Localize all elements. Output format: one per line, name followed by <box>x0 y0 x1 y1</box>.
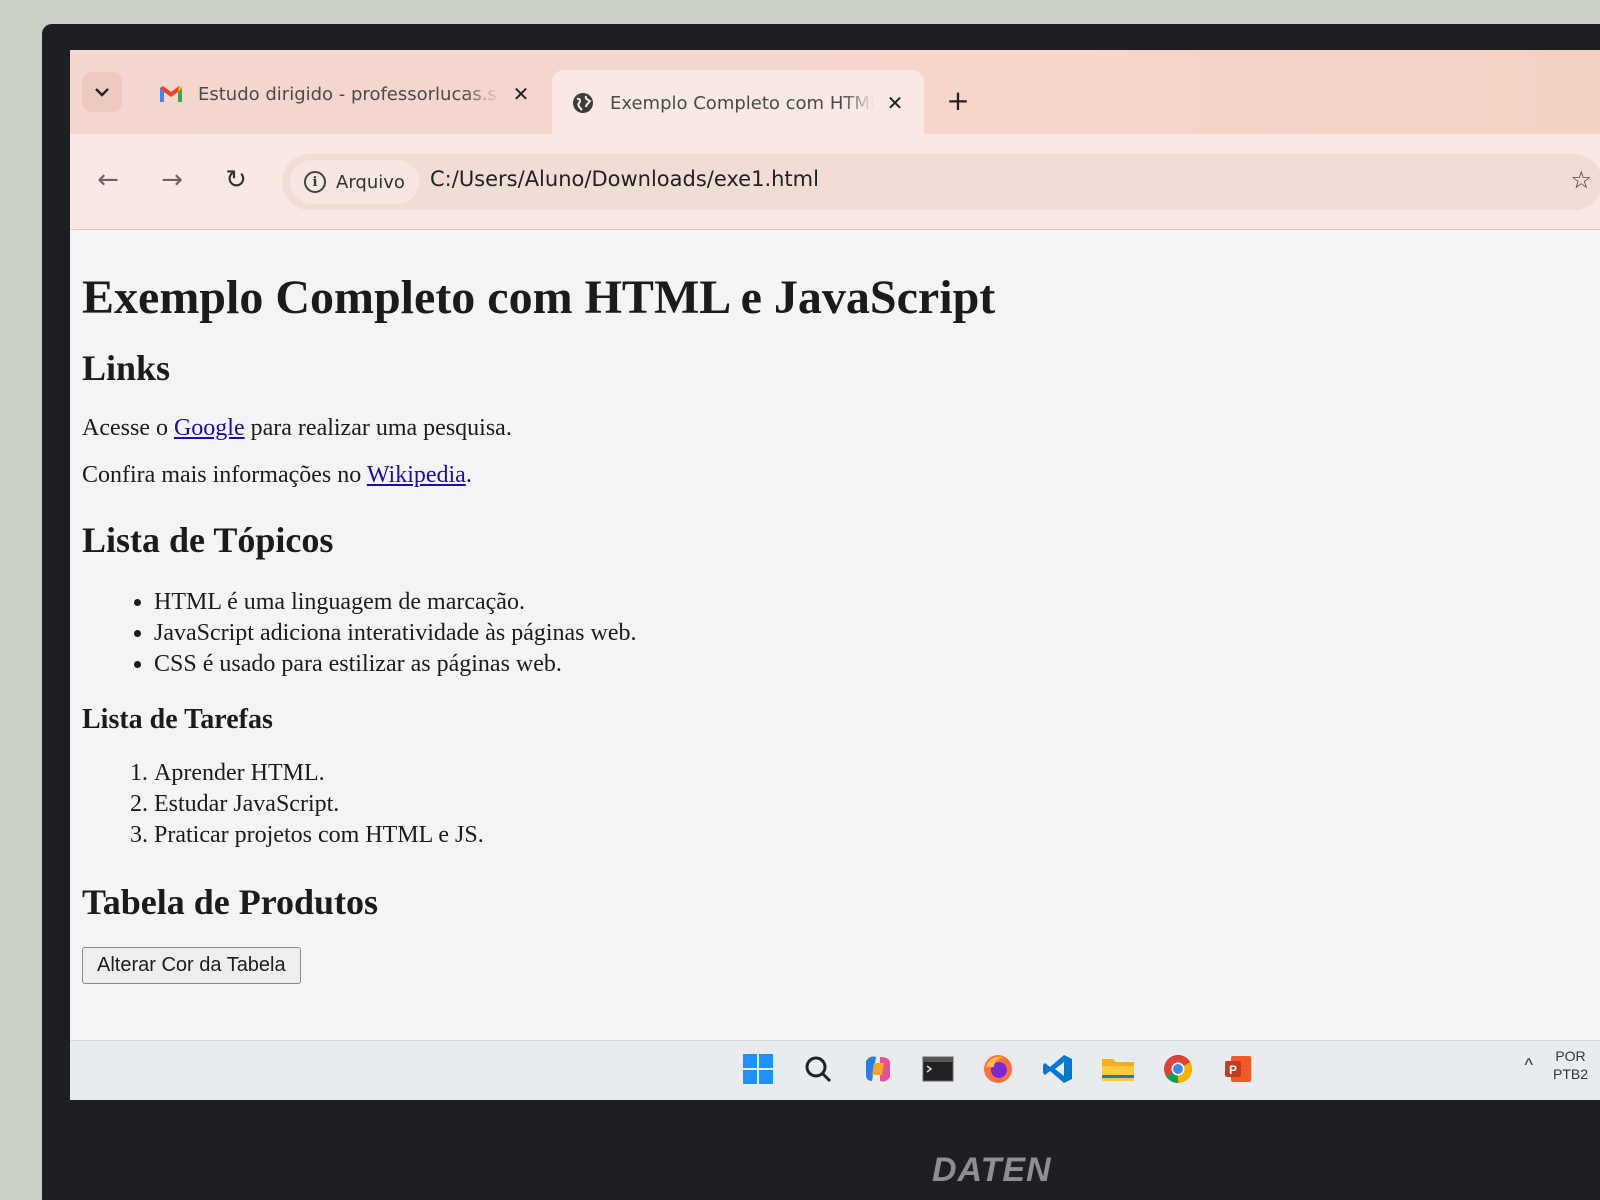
close-tab-icon[interactable]: ✕ <box>510 82 532 106</box>
back-button[interactable]: ← <box>88 160 128 200</box>
browser-toolbar: ← → ↻ i Arquivo C:/Users/Aluno/Downloads… <box>70 134 1600 230</box>
list-item: Estudar JavaScript. <box>154 789 1588 820</box>
google-link[interactable]: Google <box>174 415 245 441</box>
arrow-left-icon: ← <box>97 165 119 195</box>
tab-gmail[interactable]: Estudo dirigido - professorlucas.sc ✕ <box>140 64 550 124</box>
reload-button[interactable]: ↻ <box>216 160 256 200</box>
search-icon[interactable] <box>798 1049 838 1089</box>
tab-search-button[interactable] <box>82 72 122 112</box>
tasks-heading: Lista de Tarefas <box>82 704 273 735</box>
tab-title: Estudo dirigido - professorlucas.sc <box>198 83 500 105</box>
tab-exemplo[interactable]: Exemplo Completo com HTML e Ja ✕ <box>552 70 924 136</box>
chevron-down-icon <box>95 88 109 97</box>
chrome-icon[interactable] <box>1158 1049 1198 1089</box>
file-explorer-icon[interactable] <box>1098 1049 1138 1089</box>
gmail-icon <box>158 81 184 107</box>
screen: Estudo dirigido - professorlucas.sc ✕ Ex… <box>70 50 1600 1100</box>
firefox-icon[interactable] <box>978 1049 1018 1089</box>
list-item: CSS é usado para estilizar as páginas we… <box>154 649 1588 680</box>
list-item: Praticar projetos com HTML e JS. <box>154 820 1588 851</box>
bookmark-star-icon[interactable]: ☆ <box>1570 166 1592 194</box>
windows-taskbar: P ^ POR PTB2 <box>70 1040 1600 1100</box>
reload-icon: ↻ <box>225 165 247 195</box>
svg-text:P: P <box>1229 1063 1237 1077</box>
tab-strip: Estudo dirigido - professorlucas.sc ✕ Ex… <box>70 50 1600 136</box>
globe-icon <box>570 90 596 116</box>
links-heading: Links <box>82 348 171 388</box>
paragraph-google: Acesse o Google para realizar uma pesqui… <box>82 415 512 441</box>
close-tab-icon[interactable]: ✕ <box>884 91 906 115</box>
site-info-chip[interactable]: i Arquivo <box>290 160 419 204</box>
monitor-bezel: Estudo dirigido - professorlucas.sc ✕ Ex… <box>42 24 1600 1200</box>
topics-heading: Lista de Tópicos <box>82 520 334 560</box>
list-item: JavaScript adiciona interatividade às pá… <box>154 618 1588 649</box>
vscode-icon[interactable] <box>1038 1049 1078 1089</box>
monitor-brand-logo: DATEN <box>932 1151 1052 1189</box>
paragraph-wikipedia: Confira mais informações no Wikipedia. <box>82 462 472 488</box>
powerpoint-icon[interactable]: P <box>1218 1049 1258 1089</box>
url-text[interactable]: C:/Users/Aluno/Downloads/exe1.html <box>430 167 819 191</box>
page-title: Exemplo Completo com HTML e JavaScript <box>82 271 996 324</box>
topics-list: HTML é uma linguagem de marcação. JavaSc… <box>154 587 1588 680</box>
new-tab-button[interactable]: + <box>940 84 976 117</box>
forward-button[interactable]: → <box>152 160 192 200</box>
wikipedia-link[interactable]: Wikipedia <box>367 462 466 488</box>
site-info-label: Arquivo <box>336 171 405 193</box>
products-heading: Tabela de Produtos <box>82 882 379 922</box>
tab-title: Exemplo Completo com HTML e Ja <box>610 92 874 114</box>
list-item: HTML é uma linguagem de marcação. <box>154 587 1588 618</box>
system-tray: ^ POR PTB2 <box>1525 1047 1588 1083</box>
list-item: Aprender HTML. <box>154 758 1588 789</box>
terminal-icon[interactable] <box>918 1049 958 1089</box>
change-table-color-button[interactable]: Alterar Cor da Tabela <box>82 947 301 984</box>
web-page: Exemplo Completo com HTML e JavaScript L… <box>70 230 1600 1040</box>
info-icon: i <box>304 171 326 193</box>
copilot-icon[interactable] <box>858 1049 898 1089</box>
tasks-list: Aprender HTML. Estudar JavaScript. Prati… <box>154 758 1588 851</box>
windows-start-icon[interactable] <box>738 1049 778 1089</box>
address-bar[interactable]: i Arquivo C:/Users/Aluno/Downloads/exe1.… <box>282 154 1600 210</box>
language-indicator[interactable]: POR PTB2 <box>1553 1047 1588 1083</box>
chevron-up-icon[interactable]: ^ <box>1525 1055 1533 1076</box>
arrow-right-icon: → <box>161 165 183 195</box>
